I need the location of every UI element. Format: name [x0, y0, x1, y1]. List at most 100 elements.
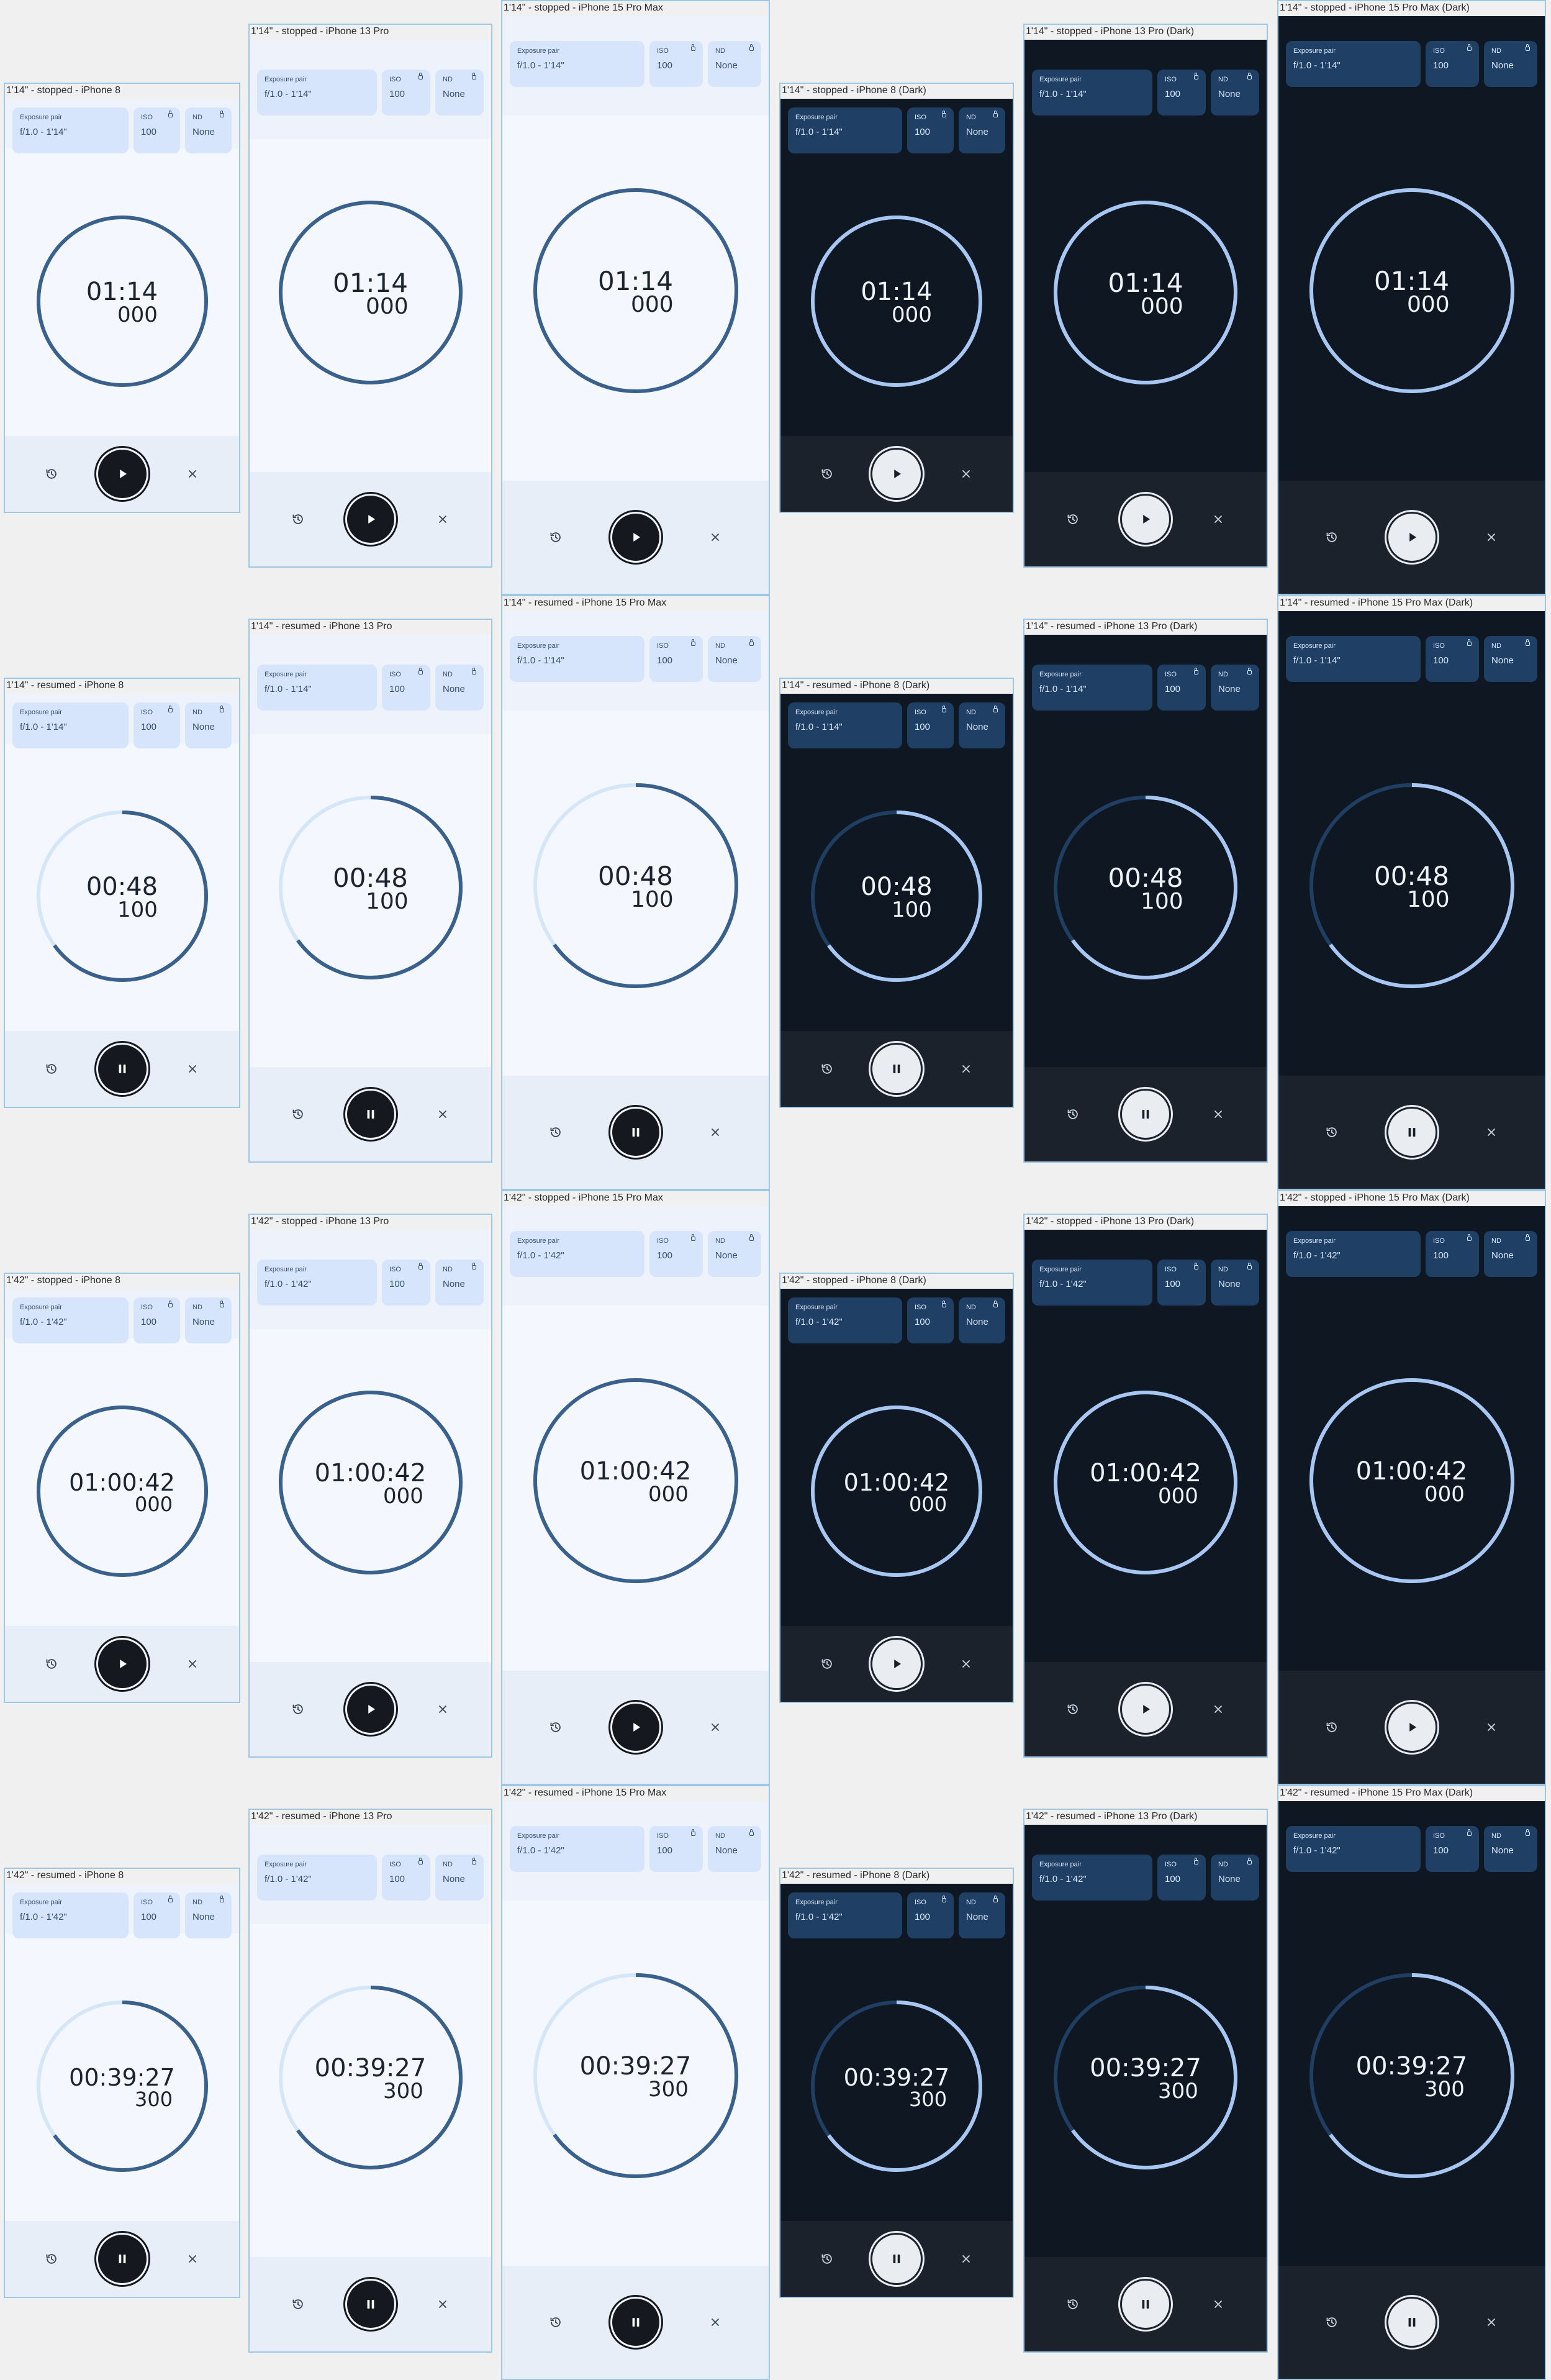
exposure-pair-chip[interactable]: Exposure pair f/1.0 - 1'42" — [788, 1297, 902, 1343]
exposure-pair-chip[interactable]: Exposure pair f/1.0 - 1'42" — [1032, 1855, 1152, 1901]
reset-button[interactable] — [1321, 526, 1343, 548]
reset-button[interactable] — [545, 1716, 567, 1738]
play-button[interactable] — [872, 450, 921, 498]
exposure-pair-chip[interactable]: Exposure pair f/1.0 - 1'42" — [12, 1892, 129, 1938]
close-button[interactable] — [955, 1058, 977, 1080]
play-button[interactable] — [347, 1686, 394, 1733]
close-button[interactable] — [432, 1698, 454, 1720]
exposure-pair-chip[interactable]: Exposure pair f/1.0 - 1'42" — [788, 1892, 902, 1938]
iso-chip[interactable]: ISO 100 — [649, 1231, 703, 1277]
exposure-pair-chip[interactable]: Exposure pair f/1.0 - 1'42" — [257, 1855, 377, 1901]
close-button[interactable] — [955, 1653, 977, 1675]
reset-button[interactable] — [40, 1058, 63, 1080]
exposure-pair-chip[interactable]: Exposure pair f/1.0 - 1'42" — [1286, 1231, 1421, 1277]
close-button[interactable] — [704, 526, 726, 548]
reset-button[interactable] — [545, 1121, 567, 1143]
nd-chip[interactable]: ND None — [959, 107, 1005, 153]
exposure-pair-chip[interactable]: Exposure pair f/1.0 - 1'14" — [510, 636, 644, 682]
reset-button[interactable] — [1321, 2311, 1343, 2333]
exposure-pair-chip[interactable]: Exposure pair f/1.0 - 1'42" — [510, 1231, 644, 1277]
reset-button[interactable] — [287, 1698, 309, 1720]
exposure-pair-chip[interactable]: Exposure pair f/1.0 - 1'14" — [788, 107, 902, 153]
close-button[interactable] — [181, 1058, 204, 1080]
nd-chip[interactable]: ND None — [435, 1260, 484, 1306]
exposure-pair-chip[interactable]: Exposure pair f/1.0 - 1'42" — [1032, 1260, 1152, 1306]
close-button[interactable] — [704, 2311, 726, 2333]
iso-chip[interactable]: ISO 100 — [649, 41, 703, 87]
nd-chip[interactable]: ND None — [1211, 1855, 1259, 1901]
iso-chip[interactable]: ISO 100 — [649, 1826, 703, 1872]
nd-chip[interactable]: ND None — [959, 1892, 1005, 1938]
reset-button[interactable] — [1062, 1698, 1084, 1720]
nd-chip[interactable]: ND None — [1484, 41, 1537, 87]
close-button[interactable] — [704, 1121, 726, 1143]
exposure-pair-chip[interactable]: Exposure pair f/1.0 - 1'14" — [12, 702, 129, 748]
reset-button[interactable] — [40, 2248, 63, 2270]
pause-button[interactable] — [612, 1109, 659, 1156]
pause-button[interactable] — [347, 2281, 394, 2328]
exposure-pair-chip[interactable]: Exposure pair f/1.0 - 1'14" — [257, 70, 377, 116]
close-button[interactable] — [1207, 508, 1229, 530]
close-button[interactable] — [181, 463, 204, 485]
pause-button[interactable] — [1122, 2281, 1169, 2328]
iso-chip[interactable]: ISO 100 — [1426, 1826, 1479, 1872]
nd-chip[interactable]: ND None — [1484, 1231, 1537, 1277]
nd-chip[interactable]: ND None — [185, 702, 232, 748]
iso-chip[interactable]: ISO 100 — [1157, 1260, 1206, 1306]
close-button[interactable] — [181, 1653, 204, 1675]
exposure-pair-chip[interactable]: Exposure pair f/1.0 - 1'14" — [510, 41, 644, 87]
reset-button[interactable] — [545, 2311, 567, 2333]
iso-chip[interactable]: ISO 100 — [1157, 1855, 1206, 1901]
play-button[interactable] — [872, 1640, 921, 1688]
iso-chip[interactable]: ISO 100 — [1157, 70, 1206, 116]
close-button[interactable] — [704, 1716, 726, 1738]
iso-chip[interactable]: ISO 100 — [133, 1297, 180, 1343]
nd-chip[interactable]: ND None — [1484, 1826, 1537, 1872]
nd-chip[interactable]: ND None — [708, 41, 761, 87]
exposure-pair-chip[interactable]: Exposure pair f/1.0 - 1'42" — [1286, 1826, 1421, 1872]
close-button[interactable] — [181, 2248, 204, 2270]
iso-chip[interactable]: ISO 100 — [907, 1892, 954, 1938]
exposure-pair-chip[interactable]: Exposure pair f/1.0 - 1'42" — [257, 1260, 377, 1306]
nd-chip[interactable]: ND None — [959, 1297, 1005, 1343]
iso-chip[interactable]: ISO 100 — [649, 636, 703, 682]
reset-button[interactable] — [816, 1653, 838, 1675]
pause-button[interactable] — [1388, 1109, 1436, 1156]
play-button[interactable] — [1122, 496, 1169, 543]
exposure-pair-chip[interactable]: Exposure pair f/1.0 - 1'14" — [1032, 70, 1152, 116]
exposure-pair-chip[interactable]: Exposure pair f/1.0 - 1'14" — [1032, 665, 1152, 711]
pause-button[interactable] — [872, 2235, 921, 2283]
pause-button[interactable] — [98, 2235, 147, 2283]
iso-chip[interactable]: ISO 100 — [1426, 41, 1479, 87]
play-button[interactable] — [612, 1704, 659, 1751]
play-button[interactable] — [1388, 514, 1436, 561]
reset-button[interactable] — [1062, 1103, 1084, 1125]
close-button[interactable] — [955, 2248, 977, 2270]
exposure-pair-chip[interactable]: Exposure pair f/1.0 - 1'14" — [788, 702, 902, 748]
iso-chip[interactable]: ISO 100 — [382, 1260, 430, 1306]
nd-chip[interactable]: ND None — [708, 636, 761, 682]
exposure-pair-chip[interactable]: Exposure pair f/1.0 - 1'14" — [257, 665, 377, 711]
iso-chip[interactable]: ISO 100 — [907, 1297, 954, 1343]
close-button[interactable] — [1207, 1103, 1229, 1125]
play-button[interactable] — [347, 496, 394, 543]
nd-chip[interactable]: ND None — [185, 1892, 232, 1938]
pause-button[interactable] — [612, 2299, 659, 2346]
nd-chip[interactable]: ND None — [185, 1297, 232, 1343]
play-button[interactable] — [98, 1640, 147, 1688]
exposure-pair-chip[interactable]: Exposure pair f/1.0 - 1'14" — [12, 107, 129, 153]
play-button[interactable] — [612, 514, 659, 561]
exposure-pair-chip[interactable]: Exposure pair f/1.0 - 1'42" — [12, 1297, 129, 1343]
close-button[interactable] — [1207, 1698, 1229, 1720]
close-button[interactable] — [1480, 1121, 1503, 1143]
reset-button[interactable] — [545, 526, 567, 548]
iso-chip[interactable]: ISO 100 — [133, 107, 180, 153]
close-button[interactable] — [1480, 526, 1503, 548]
iso-chip[interactable]: ISO 100 — [1426, 1231, 1479, 1277]
reset-button[interactable] — [287, 2293, 309, 2315]
iso-chip[interactable]: ISO 100 — [1426, 636, 1479, 682]
exposure-pair-chip[interactable]: Exposure pair f/1.0 - 1'14" — [1286, 636, 1421, 682]
iso-chip[interactable]: ISO 100 — [1157, 665, 1206, 711]
reset-button[interactable] — [287, 1103, 309, 1125]
pause-button[interactable] — [1122, 1091, 1169, 1138]
